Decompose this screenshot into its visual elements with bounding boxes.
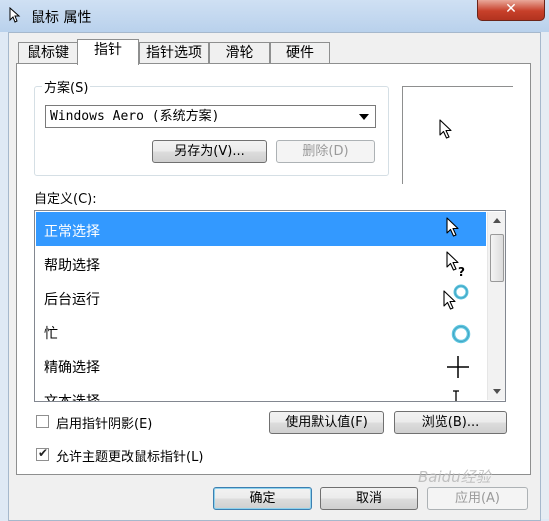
list-item[interactable]: 后台运行 bbox=[36, 280, 486, 314]
cursor-preview bbox=[402, 86, 513, 184]
help-cursor-icon: ? bbox=[446, 251, 465, 279]
text-select-cursor-icon bbox=[453, 390, 459, 401]
apply-button[interactable]: 应用(A) bbox=[427, 487, 528, 510]
svg-text:?: ? bbox=[458, 265, 465, 279]
checkmark-icon: ✔ bbox=[38, 446, 49, 460]
allow-theme-checkbox[interactable]: ✔ bbox=[36, 446, 49, 461]
watermark: Baidu经验 bbox=[418, 468, 491, 486]
cancel-button[interactable]: 取消 bbox=[320, 487, 418, 510]
list-item[interactable]: 帮助选择 ? bbox=[36, 246, 486, 280]
list-item[interactable]: 忙 bbox=[36, 314, 486, 348]
arrow-down-icon bbox=[493, 389, 501, 394]
scroll-down-button[interactable] bbox=[488, 383, 505, 400]
background-window-edge bbox=[540, 32, 549, 519]
tab-hardware[interactable]: 硬件 bbox=[270, 42, 330, 63]
list-item[interactable]: 文本选择 bbox=[36, 382, 486, 402]
arrow-cursor-icon bbox=[446, 217, 459, 237]
browse-button[interactable]: 浏览(B)... bbox=[394, 411, 507, 434]
list-item[interactable]: 精确选择 bbox=[36, 348, 486, 382]
chevron-down-icon[interactable] bbox=[359, 114, 369, 120]
allow-theme-checkbox-label[interactable]: 允许主题更改鼠标指针(L) bbox=[56, 446, 203, 465]
arrow-up-icon bbox=[493, 218, 501, 223]
use-default-button[interactable]: 使用默认值(F) bbox=[269, 411, 384, 434]
arrow-cursor-icon bbox=[439, 119, 452, 139]
list-item-label: 后台运行 bbox=[44, 292, 100, 308]
list-item-label: 忙 bbox=[44, 326, 58, 342]
list-item-label: 帮助选择 bbox=[44, 258, 100, 274]
crosshair-cursor-icon bbox=[447, 356, 469, 378]
tab-wheel[interactable]: 滑轮 bbox=[209, 42, 270, 63]
delete-button[interactable]: 删除(D) bbox=[276, 140, 375, 163]
title-bar: 鼠标 属性 ✕ bbox=[0, 0, 549, 32]
ok-button[interactable]: 确定 bbox=[213, 487, 312, 510]
cursor-list[interactable]: 正常选择 帮助选择 ? 后台运行 忙 精确选择 文本选择 bbox=[34, 210, 506, 402]
mouse-cursor-icon bbox=[9, 7, 21, 23]
list-item-label: 精确选择 bbox=[44, 360, 100, 376]
list-item-label: 正常选择 bbox=[44, 224, 100, 240]
tab-pointers[interactable]: 指针 bbox=[77, 39, 139, 65]
working-in-background-cursor-icon bbox=[443, 284, 469, 310]
scheme-selected-value: Windows Aero (系统方案) bbox=[50, 109, 220, 124]
scheme-group-label: 方案(S) bbox=[42, 77, 91, 96]
scroll-thumb[interactable] bbox=[490, 234, 504, 282]
customize-label: 自定义(C): bbox=[34, 192, 97, 207]
busy-cursor-icon bbox=[451, 324, 471, 344]
scroll-up-button[interactable] bbox=[488, 212, 505, 229]
save-as-button[interactable]: 另存为(V)... bbox=[152, 140, 267, 163]
list-scrollbar[interactable] bbox=[487, 212, 505, 400]
window-title: 鼠标 属性 bbox=[31, 10, 92, 26]
tab-pointer-options[interactable]: 指针选项 bbox=[139, 42, 209, 63]
list-item[interactable]: 正常选择 bbox=[36, 212, 486, 246]
close-button[interactable]: ✕ bbox=[477, 0, 545, 21]
shadow-checkbox[interactable] bbox=[36, 415, 49, 428]
tab-buttons[interactable]: 鼠标键 bbox=[18, 42, 78, 63]
shadow-checkbox-label[interactable]: 启用指针阴影(E) bbox=[56, 413, 152, 432]
list-item-label: 文本选择 bbox=[44, 394, 100, 402]
scheme-dropdown[interactable]: Windows Aero (系统方案) bbox=[45, 105, 376, 128]
